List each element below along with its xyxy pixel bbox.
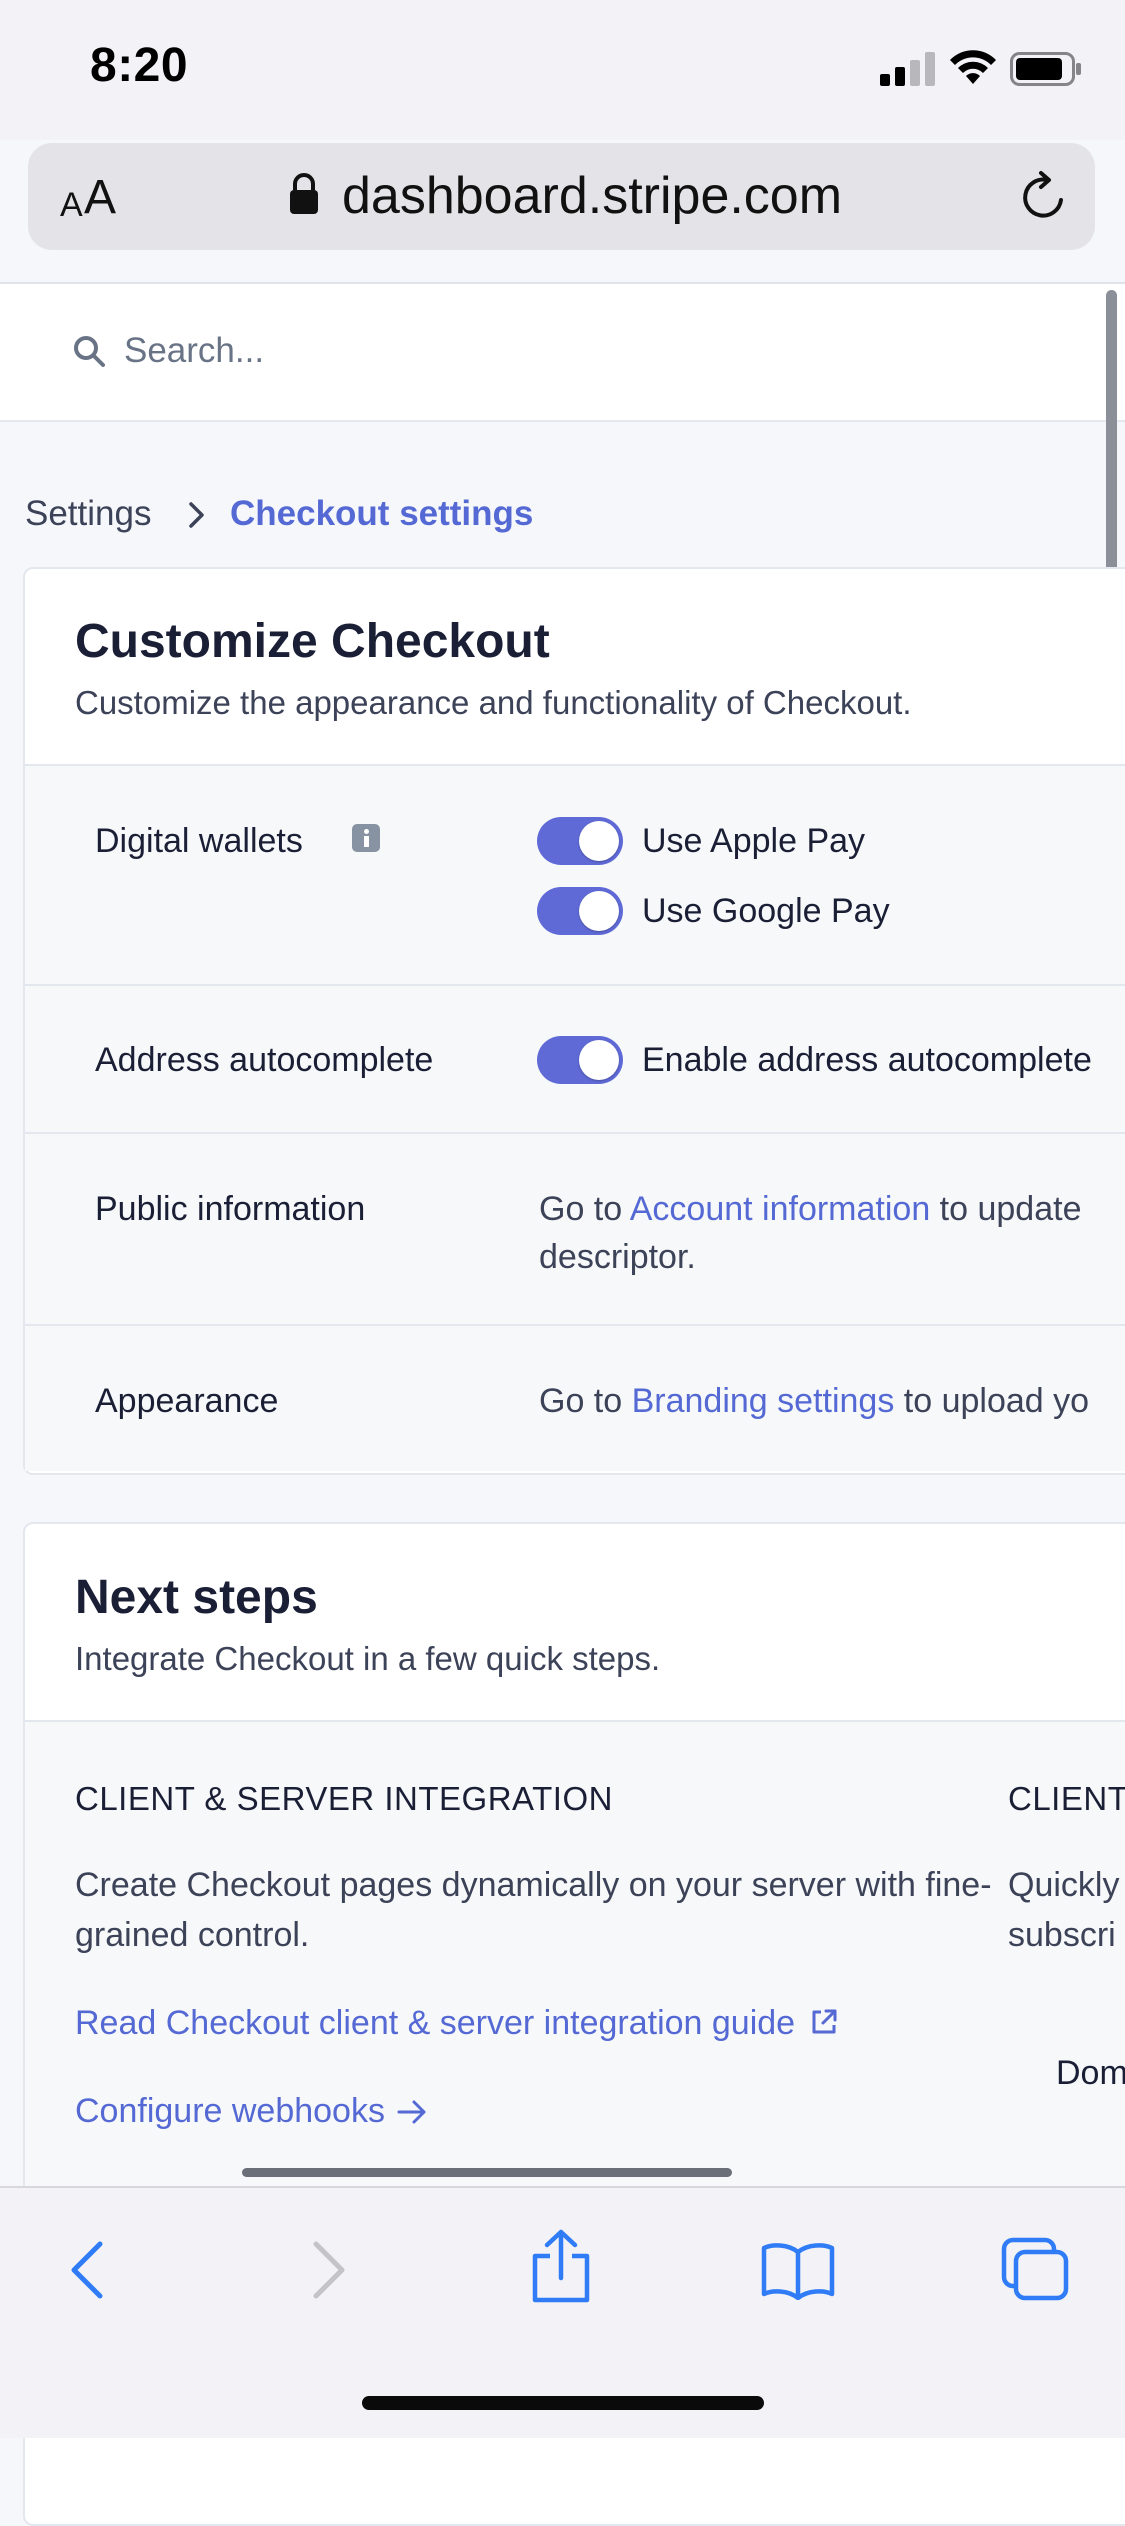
row-divider xyxy=(25,1132,1125,1134)
wifi-icon xyxy=(950,50,996,84)
home-indicator xyxy=(362,2396,764,2410)
cellular-signal-icon xyxy=(880,52,935,86)
client-only-description-line1: Quickly xyxy=(1008,1866,1120,1904)
tabs-icon[interactable] xyxy=(1000,2236,1070,2302)
client-server-description-line2: grained control. xyxy=(75,1916,310,1954)
breadcrumb-settings-link[interactable]: Settings xyxy=(25,494,151,534)
appearance-prefix: Go to xyxy=(539,1382,632,1420)
checkout-settings-list xyxy=(25,764,1125,1471)
url-text[interactable]: dashboard.stripe.com xyxy=(342,166,842,226)
google-pay-toggle[interactable] xyxy=(537,887,623,935)
address-autocomplete-label: Address autocomplete xyxy=(95,1041,434,1079)
client-only-heading: CLIENT xyxy=(1008,1780,1125,1817)
status-time: 8:20 xyxy=(90,39,189,92)
client-server-description: Create Checkout pages dynamically on you… xyxy=(75,1860,992,1960)
appearance-label: Appearance xyxy=(95,1382,279,1420)
customize-checkout-title: Customize Checkout xyxy=(75,615,550,668)
bookmarks-icon[interactable] xyxy=(760,2240,836,2300)
google-pay-label: Use Google Pay xyxy=(642,892,890,930)
address-autocomplete-toggle-label: Enable address autocomplete xyxy=(642,1041,1092,1079)
appearance-suffix: to upload yo xyxy=(894,1382,1090,1420)
configure-webhooks-label: Configure webhooks xyxy=(75,2092,385,2130)
info-icon[interactable] xyxy=(352,824,380,852)
arrow-right-icon xyxy=(397,2100,426,2124)
configure-webhooks-link[interactable]: Configure webhooks xyxy=(75,2092,428,2131)
toggle-knob xyxy=(579,821,619,861)
digital-wallets-label: Digital wallets xyxy=(95,822,303,860)
chevron-right-icon xyxy=(189,502,204,528)
public-information-text: Go to Account information to update xyxy=(539,1190,1081,1229)
apple-pay-toggle[interactable] xyxy=(537,817,623,865)
public-information-prefix: Go to xyxy=(539,1190,630,1228)
toggle-knob xyxy=(579,1040,619,1080)
client-only-description-line2: subscri xyxy=(1008,1916,1116,1954)
lock-icon xyxy=(290,173,318,214)
apple-pay-label: Use Apple Pay xyxy=(642,822,866,860)
public-information-label: Public information xyxy=(95,1190,366,1228)
battery-icon xyxy=(1010,52,1081,86)
next-steps-title: Next steps xyxy=(75,1571,318,1624)
client-server-description-line1: Create Checkout pages dynamically on you… xyxy=(75,1866,992,1904)
search-icon xyxy=(74,336,105,367)
client-only-description: Quickly subscri xyxy=(1008,1860,1119,1960)
next-steps-subtitle: Integrate Checkout in a few quick steps. xyxy=(75,1640,661,1677)
reload-icon[interactable] xyxy=(1017,170,1071,224)
forward-arrow-icon[interactable] xyxy=(306,2240,350,2300)
account-information-link[interactable]: Account information xyxy=(630,1190,931,1228)
integration-guide-link-label: Read Checkout client & server integratio… xyxy=(75,2004,796,2042)
share-icon[interactable] xyxy=(530,2228,592,2304)
address-autocomplete-toggle[interactable] xyxy=(537,1036,623,1084)
external-link-icon xyxy=(812,2009,837,2034)
row-divider xyxy=(25,984,1125,986)
back-arrow-icon[interactable] xyxy=(66,2240,110,2300)
breadcrumb-current-page: Checkout settings xyxy=(230,494,534,533)
appearance-text: Go to Branding settings to upload yo xyxy=(539,1382,1089,1421)
customize-checkout-subtitle: Customize the appearance and functionali… xyxy=(75,684,912,721)
public-information-suffix: to update xyxy=(930,1190,1082,1228)
integration-guide-link[interactable]: Read Checkout client & server integratio… xyxy=(75,2004,839,2043)
branding-settings-link[interactable]: Branding settings xyxy=(632,1382,895,1420)
horizontal-scrollbar[interactable] xyxy=(242,2168,732,2177)
search-input[interactable] xyxy=(122,320,726,382)
public-information-text-line2: descriptor. xyxy=(539,1238,696,1276)
reader-text-size-large[interactable]: A xyxy=(84,170,116,225)
row-divider xyxy=(25,1324,1125,1326)
client-only-dom-text: Dom xyxy=(1056,2054,1125,2092)
toggle-knob xyxy=(579,891,619,931)
reader-text-size-small[interactable]: A xyxy=(60,186,83,225)
client-server-heading: CLIENT & SERVER INTEGRATION xyxy=(75,1780,613,1817)
